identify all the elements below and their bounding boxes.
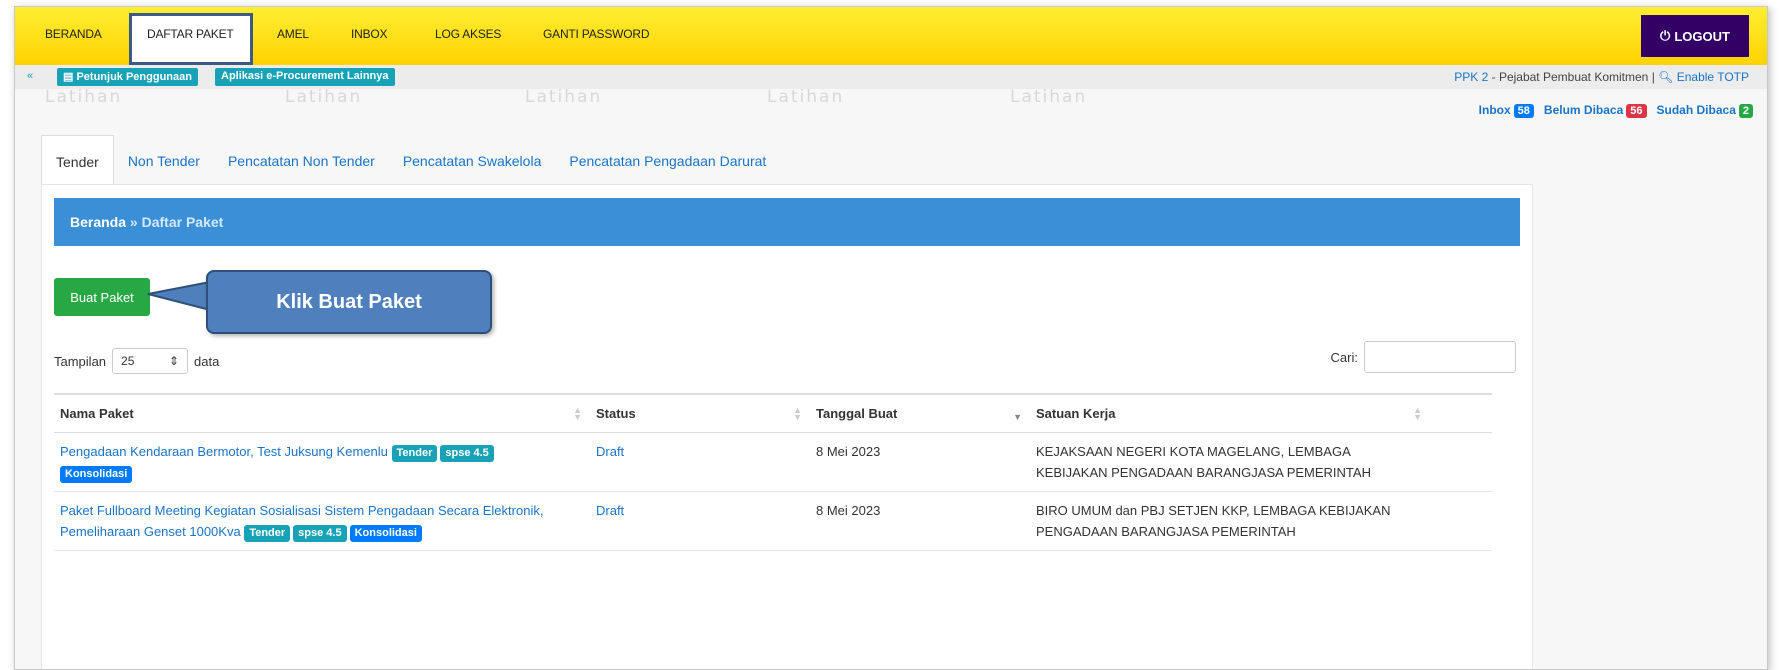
updown-icon: ⇕ xyxy=(168,354,180,368)
tampilan-label: Tampilan xyxy=(54,353,107,369)
inbox-counters: Inbox 58 Belum Dibaca 56 Sudah Dibaca 2 xyxy=(1479,103,1753,118)
sudah-dibaca-count-badge: 2 xyxy=(1738,104,1753,118)
column-header-status[interactable]: Status ▲ ▼ xyxy=(590,393,810,433)
page-length-control: Tampilan 25 ⇕ data xyxy=(54,348,219,374)
sort-icon: ▲ ▼ xyxy=(1413,405,1422,422)
cell-empty xyxy=(1430,491,1492,551)
tab-pencatatan-darurat[interactable]: Pencatatan Pengadaan Darurat xyxy=(555,135,780,185)
cell-tanggal: 8 Mei 2023 xyxy=(810,491,1030,551)
user-role-link[interactable]: PPK 2 xyxy=(1454,70,1488,84)
package-table: Nama Paket ▲ ▼ Status ▲ ▼ Tanggal Buat ▼ Satu… xyxy=(54,393,1492,551)
badge-spse: spse 4.5 xyxy=(293,524,347,542)
watermark: Latihan xyxy=(285,87,363,107)
aplikasi-lainnya-button[interactable]: Aplikasi e-Procurement Lainnya xyxy=(215,68,395,86)
tab-pencatatan-non-tender[interactable]: Pencatatan Non Tender xyxy=(214,135,389,185)
search-label: Cari: xyxy=(1330,349,1358,365)
badge-konsolidasi: Konsolidasi xyxy=(349,524,422,542)
badge-konsolidasi: Konsolidasi xyxy=(60,465,133,483)
book-icon: ▤ xyxy=(63,71,74,83)
chevron-up-icon[interactable]: « xyxy=(27,70,33,82)
package-tabs: Tender Non Tender Pencatatan Non Tender … xyxy=(41,135,780,185)
totp-link[interactable]: 🔍︎ Enable TOTP xyxy=(1658,70,1749,84)
cell-status: Draft xyxy=(590,432,810,492)
user-desc: - Pejabat Pembuat Komitmen | xyxy=(1488,70,1659,84)
top-navbar: BERANDA DAFTAR PAKET AMEL INBOX LOG AKSE… xyxy=(15,7,1767,65)
nav-ganti-password[interactable]: GANTI PASSWORD xyxy=(543,27,650,41)
header-label: Nama Paket xyxy=(60,405,134,421)
status-link[interactable]: Draft xyxy=(596,444,624,459)
breadcrumb: Beranda » Daftar Paket xyxy=(54,198,1520,246)
breadcrumb-separator: » xyxy=(126,214,142,230)
buat-paket-button[interactable]: Buat Paket xyxy=(54,278,150,316)
nav-amel[interactable]: AMEL xyxy=(277,27,309,41)
sort-icon: ▲ ▼ xyxy=(573,405,582,422)
watermark: Latihan xyxy=(1010,87,1088,107)
sort-desc-icon: ▼ xyxy=(1013,412,1022,422)
package-link[interactable]: Pengadaan Kendaraan Bermotor, Test Juksu… xyxy=(60,444,388,459)
breadcrumb-home[interactable]: Beranda xyxy=(70,214,126,230)
nav-log-akses[interactable]: LOG AKSES xyxy=(435,27,501,41)
watermark: Latihan xyxy=(45,87,123,107)
cell-satuan-kerja: BIRO UMUM dan PBJ SETJEN KKP, LEMBAGA KE… xyxy=(1030,491,1430,551)
watermark: Latihan xyxy=(525,87,603,107)
tab-tender[interactable]: Tender xyxy=(41,135,114,185)
power-icon: ⏻ xyxy=(1660,28,1671,43)
callout-klik-buat-paket: Klik Buat Paket xyxy=(206,270,492,334)
inbox-label: Inbox xyxy=(1478,103,1511,117)
nav-beranda[interactable]: BERANDA xyxy=(45,27,102,41)
belum-dibaca-count-badge: 56 xyxy=(1626,104,1647,118)
table-header-row: Nama Paket ▲ ▼ Status ▲ ▼ Tanggal Buat ▼ Satu… xyxy=(54,393,1492,433)
table-row: Pengadaan Kendaraan Bermotor, Test Juksu… xyxy=(54,432,1492,492)
cell-tanggal: 8 Mei 2023 xyxy=(810,432,1030,492)
cell-nama-paket: Pengadaan Kendaraan Bermotor, Test Juksu… xyxy=(54,432,590,492)
page-length-value: 25 xyxy=(121,354,135,368)
badge-tender: Tender xyxy=(244,524,291,542)
belum-dibaca-label: Belum Dibaca xyxy=(1543,103,1624,117)
tab-panel: Beranda » Daftar Paket Buat Paket Klik B… xyxy=(41,184,1533,669)
cell-nama-paket: Paket Fullboard Meeting Kegiatan Sosiali… xyxy=(54,491,590,551)
totp-label: Enable TOTP xyxy=(1676,70,1749,84)
column-header-tanggal-buat[interactable]: Tanggal Buat ▼ xyxy=(810,393,1030,433)
badge-tender: Tender xyxy=(391,444,438,462)
breadcrumb-current: Daftar Paket xyxy=(141,214,224,230)
inbox-link[interactable]: Inbox 58 xyxy=(1479,103,1534,118)
belum-dibaca-link[interactable]: Belum Dibaca 56 xyxy=(1544,103,1647,118)
data-label: data xyxy=(194,353,220,369)
cell-empty xyxy=(1430,432,1492,492)
sort-icon: ▲ ▼ xyxy=(793,405,802,422)
app-frame: BERANDA DAFTAR PAKET AMEL INBOX LOG AKSE… xyxy=(14,6,1768,670)
logout-button[interactable]: ⏻ LOGOUT xyxy=(1641,15,1749,57)
column-header-nama-paket[interactable]: Nama Paket ▲ ▼ xyxy=(54,393,590,433)
column-header-empty xyxy=(1430,393,1492,433)
badge-spse: spse 4.5 xyxy=(440,444,494,462)
key-icon: 🔍︎ xyxy=(1658,70,1674,84)
page-length-select[interactable]: 25 ⇕ xyxy=(112,348,189,374)
search-input[interactable] xyxy=(1364,341,1516,373)
inbox-count-badge: 58 xyxy=(1513,104,1534,118)
sudah-dibaca-link[interactable]: Sudah Dibaca 2 xyxy=(1657,103,1753,118)
nav-daftar-paket[interactable]: DAFTAR PAKET xyxy=(147,27,234,41)
search-control: Cari: xyxy=(1331,341,1516,373)
callout-pointer xyxy=(147,280,211,312)
column-header-satuan-kerja[interactable]: Satuan Kerja ▲ ▼ xyxy=(1030,393,1430,433)
logout-label: LOGOUT xyxy=(1674,28,1730,44)
tab-non-tender[interactable]: Non Tender xyxy=(114,135,214,185)
nav-inbox[interactable]: INBOX xyxy=(351,27,388,41)
petunjuk-label: Petunjuk Penggunaan xyxy=(76,71,192,83)
sudah-dibaca-label: Sudah Dibaca xyxy=(1656,103,1736,117)
cell-status: Draft xyxy=(590,491,810,551)
watermark: Latihan xyxy=(767,87,845,107)
petunjuk-button[interactable]: ▤ Petunjuk Penggunaan xyxy=(57,68,198,86)
cell-satuan-kerja: KEJAKSAAN NEGERI KOTA MAGELANG, LEMBAGA … xyxy=(1030,432,1430,492)
header-label: Status xyxy=(596,405,636,421)
header-label: Satuan Kerja xyxy=(1036,405,1116,421)
tab-pencatatan-swakelola[interactable]: Pencatatan Swakelola xyxy=(389,135,556,185)
user-info: PPK 2 - Pejabat Pembuat Komitmen | 🔍︎ En… xyxy=(1454,70,1749,84)
table-row: Paket Fullboard Meeting Kegiatan Sosiali… xyxy=(54,491,1492,551)
status-link[interactable]: Draft xyxy=(596,503,624,518)
header-label: Tanggal Buat xyxy=(816,405,898,421)
